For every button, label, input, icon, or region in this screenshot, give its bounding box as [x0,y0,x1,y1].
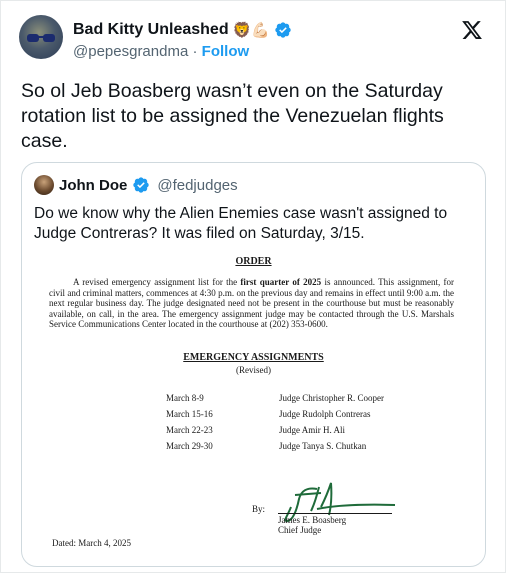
tweet-text: So ol Jeb Boasberg wasn’t even on the Sa… [21,80,444,152]
verified-badge-icon [133,177,150,193]
author-avatar[interactable] [19,15,63,59]
assignment-row: March 15-16 Judge Rudolph Contreras [166,409,416,420]
order-title: ORDER [235,256,272,267]
quote-header: John Doe @fedjudges [34,175,238,195]
assignment-date: March 8-9 [166,393,204,403]
order-paragraph-start: A revised emergency assignment list for … [73,277,241,287]
quote-author-avatar [34,175,54,195]
assignment-judge: Judge Rudolph Contreras [279,409,371,419]
order-paragraph: A revised emergency assignment list for … [49,277,454,330]
order-paragraph-bold: first quarter of 2025 [240,277,322,287]
signer-title: Chief Judge [278,525,322,535]
quote-text: Do we know why the Alien Enemies case wa… [34,205,448,242]
assignment-row: March 8-9 Judge Christopher R. Cooper [166,393,416,404]
name-emojis: 🦁💪🏻 [232,21,270,39]
assignment-date: March 15-16 [166,409,213,419]
quoted-tweet[interactable]: John Doe @fedjudges Do we know why the A… [21,162,486,567]
author-name[interactable]: Bad Kitty Unleashed [73,21,229,39]
author-name-row[interactable]: Bad Kitty Unleashed 🦁💪🏻 [73,21,292,39]
quote-author-handle: @fedjudges [157,176,238,194]
assignment-row: March 29-30 Judge Tanya S. Chutkan [166,441,416,452]
sunglasses-icon [27,34,55,42]
signer-name: James E. Boasberg [278,515,347,525]
assignment-judge: Judge Amir H. Ali [279,425,346,435]
assignment-row: March 22-23 Judge Amir H. Ali [166,425,416,436]
assignment-date: March 22-23 [166,425,213,435]
quote-author-name: John Doe [59,176,128,194]
tweet-card: Bad Kitty Unleashed 🦁💪🏻 @pepesgrandma · … [0,0,506,573]
assignment-judge: Judge Tanya S. Chutkan [279,441,367,451]
order-date: Dated: March 4, 2025 [52,538,131,548]
author-handle[interactable]: @pepesgrandma [73,43,188,60]
assignments-revised: (Revised) [236,365,271,375]
separator-dot: · [192,43,198,60]
verified-badge-icon [275,22,291,38]
signature-by-label: By: [252,504,266,514]
court-order-image[interactable]: ORDER A revised emergency assignment lis… [22,251,485,566]
assignments-title: EMERGENCY ASSIGNMENTS [183,352,324,363]
signature-line [278,513,392,514]
x-logo-icon[interactable] [461,19,483,41]
assignment-judge: Judge Christopher R. Cooper [279,393,384,403]
follow-button[interactable]: Follow [202,43,250,60]
author-handle-row: @pepesgrandma · Follow [73,43,249,60]
assignment-date: March 29-30 [166,441,213,451]
